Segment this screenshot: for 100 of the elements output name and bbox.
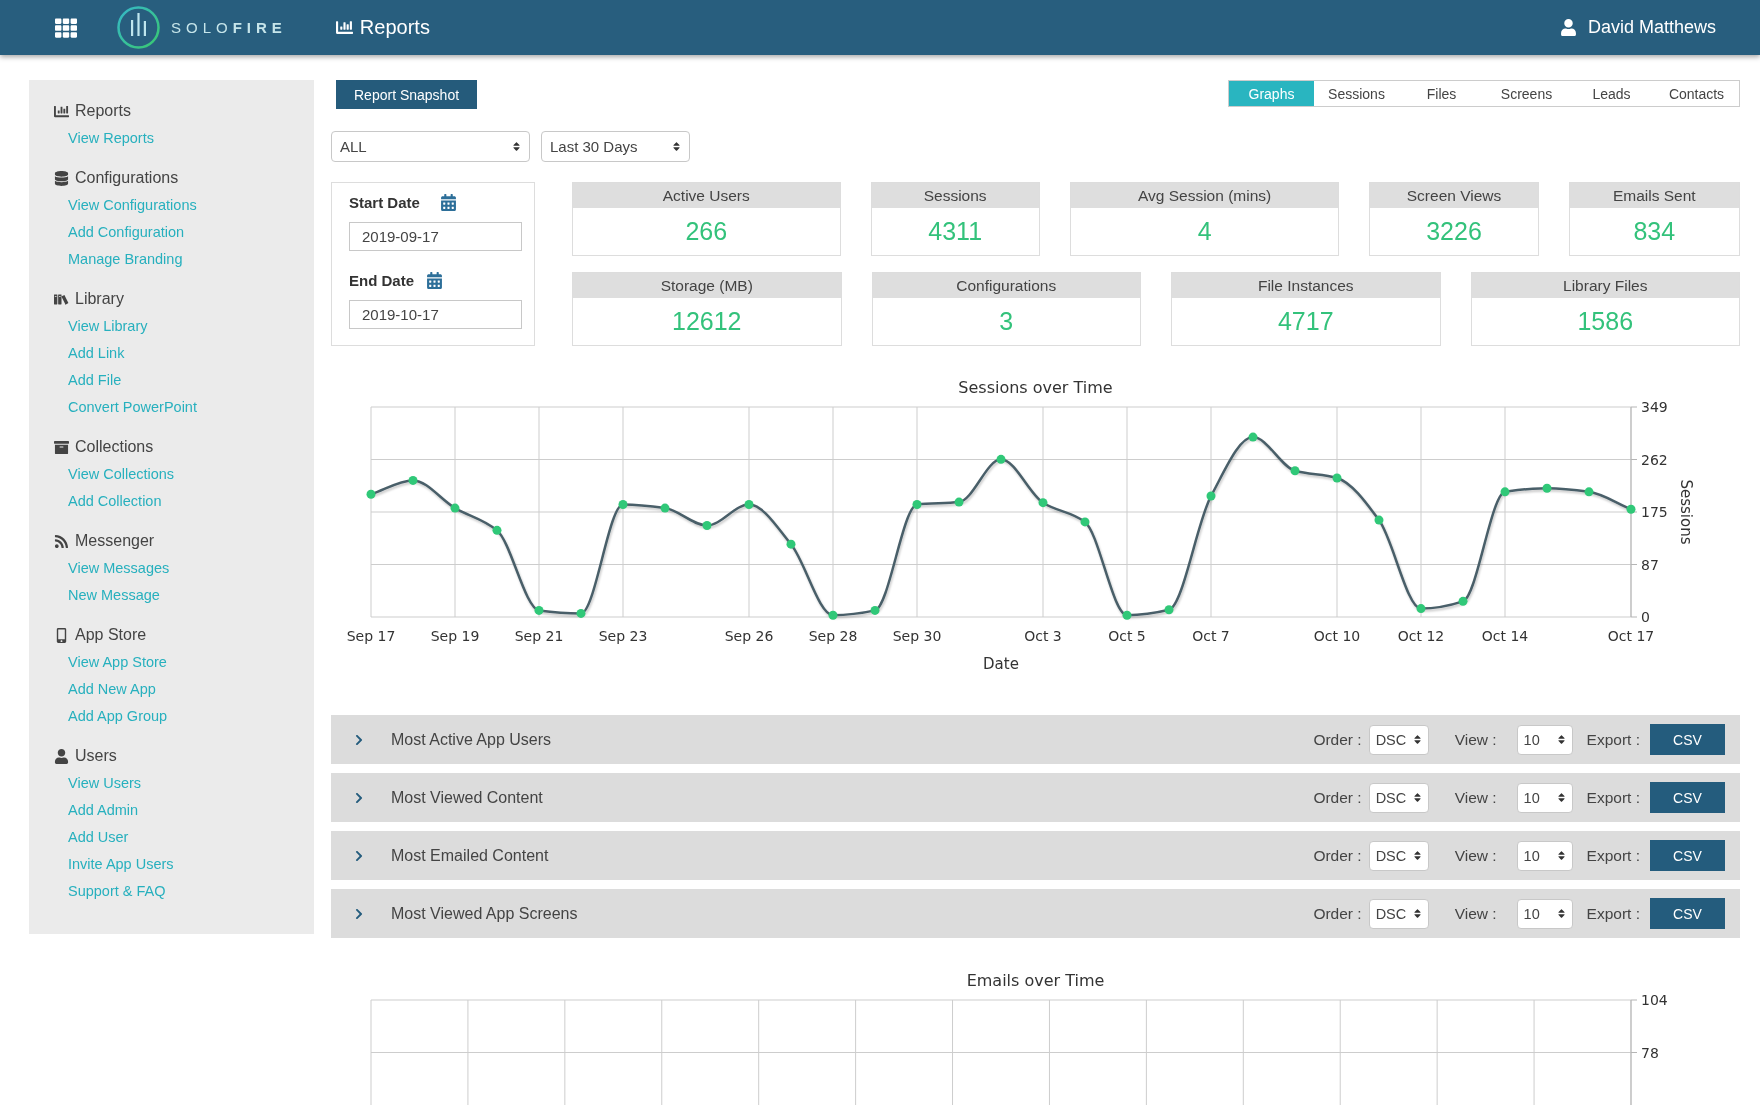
stat-card-header: Avg Session (mins) xyxy=(1070,183,1339,208)
sidebar-heading: Messenger xyxy=(75,531,155,551)
chevron-icon[interactable] xyxy=(353,907,365,920)
sort-caret-icon xyxy=(1555,734,1567,745)
data-point xyxy=(1206,491,1216,501)
field-label: View : xyxy=(1454,730,1497,749)
date-field[interactable]: 2019-09-17 xyxy=(349,222,522,251)
axis-title: Sessions xyxy=(1677,479,1695,545)
dropdown[interactable]: Last 30 Days xyxy=(541,131,690,162)
data-point xyxy=(408,475,418,485)
axis-tick-label: Sep 23 xyxy=(598,628,648,644)
stat-card-header: Storage (MB) xyxy=(573,273,841,298)
sort-caret-icon xyxy=(1555,908,1567,919)
stat-card-header: Emails Sent xyxy=(1569,183,1739,208)
calendar-icon[interactable] xyxy=(439,193,457,211)
export-button[interactable]: CSV xyxy=(1650,898,1725,929)
data-point xyxy=(1122,610,1132,620)
bar-chart-icon xyxy=(335,19,353,36)
data-point xyxy=(492,525,502,535)
stat-card-header: Sessions xyxy=(871,183,1039,208)
data-point xyxy=(870,605,880,615)
report-title[interactable]: Most Viewed Content xyxy=(391,788,543,807)
sidebar-heading: Users xyxy=(75,746,117,766)
stat-card-header: Screen Views xyxy=(1370,183,1538,208)
user-icon[interactable] xyxy=(1559,19,1577,36)
snapshot-button[interactable]: Report Snapshot xyxy=(336,80,478,109)
stat-value: 834 xyxy=(1633,217,1676,246)
sort-caret-icon xyxy=(671,141,682,152)
field-label: View : xyxy=(1454,904,1497,923)
dropdown[interactable]: 10 xyxy=(1516,840,1573,871)
sort-caret-icon xyxy=(1411,734,1423,745)
data-point xyxy=(618,500,628,509)
data-point xyxy=(1164,605,1174,615)
axis-tick-label: Oct 14 xyxy=(1481,628,1529,644)
dropdown[interactable]: 10 xyxy=(1516,898,1573,929)
report-title[interactable]: Most Viewed App Screens xyxy=(391,904,578,923)
axis-tick-label: 87 xyxy=(1641,556,1659,573)
data-point xyxy=(1080,517,1090,527)
dropdown[interactable]: DSC xyxy=(1368,898,1429,929)
stat-value: 4 xyxy=(1197,217,1212,246)
export-button[interactable]: CSV xyxy=(1650,840,1725,871)
axis-tick-label: Oct 17 xyxy=(1607,628,1655,644)
sort-caret-icon xyxy=(1555,850,1567,861)
data-point xyxy=(1248,432,1258,442)
axis-tick-label: Oct 3 xyxy=(1024,628,1062,644)
stat-value: 4717 xyxy=(1277,307,1334,336)
field-label: Export : xyxy=(1586,904,1640,923)
user-icon xyxy=(54,748,69,764)
sort-caret-icon xyxy=(1411,850,1423,861)
axis-tick-label: Sep 17 xyxy=(346,628,396,644)
report-title[interactable]: Most Emailed Content xyxy=(391,846,549,865)
dropdown[interactable]: 10 xyxy=(1516,782,1573,813)
axis-tick-label: 262 xyxy=(1641,451,1668,468)
axis-tick-label: Oct 5 xyxy=(1108,628,1146,644)
grid-icon[interactable] xyxy=(55,16,77,39)
stat-card-header: Library Files xyxy=(1471,273,1739,298)
dropdown[interactable]: DSC xyxy=(1368,840,1429,871)
database-icon xyxy=(54,170,69,186)
field-label: Order : xyxy=(1313,788,1362,807)
sidebar-heading: Configurations xyxy=(75,168,179,188)
report-title[interactable]: Most Active App Users xyxy=(391,730,552,749)
field-label: Export : xyxy=(1586,846,1640,865)
data-point xyxy=(1416,604,1426,614)
data-point xyxy=(1332,473,1342,483)
axis-tick-label: Oct 12 xyxy=(1397,628,1445,644)
dropdown[interactable]: DSC xyxy=(1368,724,1429,755)
data-point xyxy=(744,500,754,509)
field-label: Order : xyxy=(1313,730,1362,749)
axis-tick-label: Sep 28 xyxy=(808,628,858,644)
axis-tick-label: 0 xyxy=(1641,609,1650,625)
data-point xyxy=(1374,515,1384,525)
field-label: Order : xyxy=(1313,846,1362,865)
date-field[interactable]: 2019-10-17 xyxy=(349,300,522,329)
data-point xyxy=(786,539,796,549)
axis-tick-label: 78 xyxy=(1641,1044,1659,1061)
data-point xyxy=(1290,466,1300,476)
axis-tick-label: 104 xyxy=(1641,992,1668,1008)
export-button[interactable]: CSV xyxy=(1650,782,1725,813)
field-label: Order : xyxy=(1313,904,1362,923)
stat-value: 1586 xyxy=(1577,307,1634,336)
phone-icon xyxy=(54,627,69,643)
chevron-icon[interactable] xyxy=(353,791,365,804)
axis-title: Date xyxy=(983,655,1019,673)
data-point xyxy=(1500,487,1510,497)
archive-box-icon xyxy=(54,439,69,455)
data-point xyxy=(828,610,838,620)
axis-tick-label: Sep 26 xyxy=(724,628,774,644)
axis-tick-label: Sep 30 xyxy=(892,628,942,644)
dropdown[interactable]: DSC xyxy=(1368,782,1429,813)
dropdown[interactable]: ALL xyxy=(331,131,530,162)
export-button[interactable]: CSV xyxy=(1650,724,1725,755)
field-label: Export : xyxy=(1586,788,1640,807)
calendar-icon[interactable] xyxy=(426,271,443,289)
stat-card-header: File Instances xyxy=(1172,273,1440,298)
dropdown[interactable]: 10 xyxy=(1516,724,1573,755)
user-name[interactable]: David Matthews xyxy=(1587,17,1716,38)
chevron-icon[interactable] xyxy=(353,849,365,862)
stat-value: 266 xyxy=(685,217,728,246)
chart-title: Sessions over Time xyxy=(958,377,1113,397)
chevron-icon[interactable] xyxy=(353,733,365,746)
